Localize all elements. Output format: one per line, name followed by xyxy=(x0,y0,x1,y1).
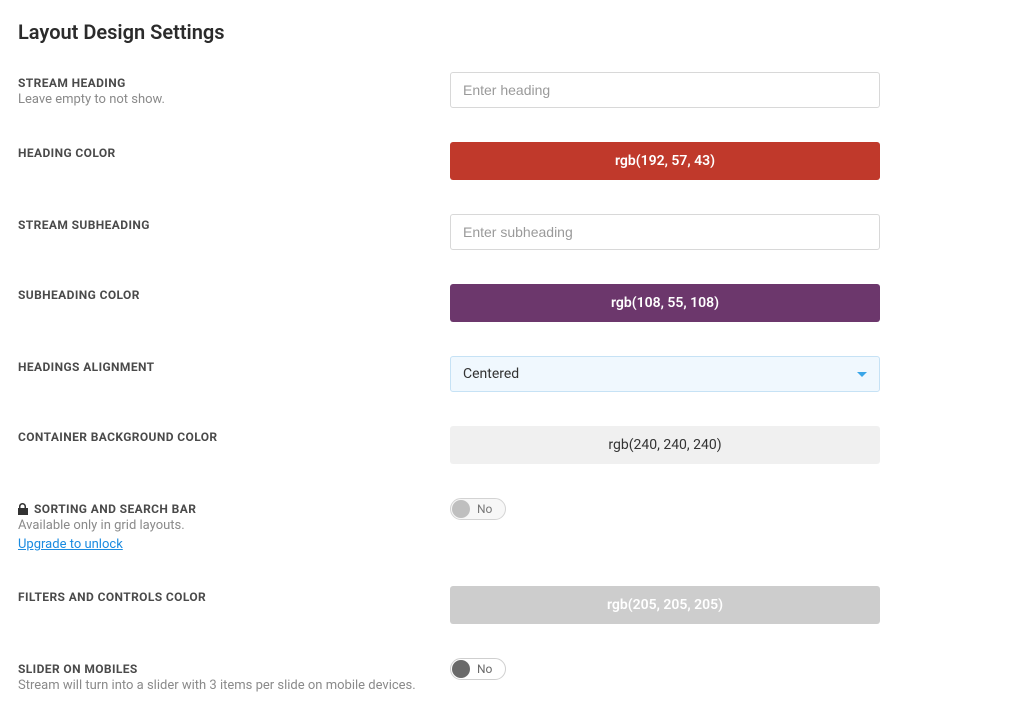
row-heading-color: HEADING COLOR rgb(192, 57, 43) xyxy=(18,142,1006,180)
stream-heading-input[interactable] xyxy=(450,72,880,108)
row-subheading-color: SUBHEADING COLOR rgb(108, 55, 108) xyxy=(18,284,1006,322)
upgrade-link[interactable]: Upgrade to unlock xyxy=(18,537,123,552)
label-stream-heading: STREAM HEADING xyxy=(18,76,430,90)
label-slider-on-mobiles: SLIDER ON MOBILES xyxy=(18,662,430,676)
sorting-search-toggle: No xyxy=(450,498,506,520)
row-slider-on-mobiles: SLIDER ON MOBILES Stream will turn into … xyxy=(18,658,1006,694)
toggle-label-no: No xyxy=(477,662,492,676)
label-sorting-search-text: SORTING AND SEARCH BAR xyxy=(34,502,196,516)
label-filters-controls-color: FILTERS AND CONTROLS COLOR xyxy=(18,590,430,604)
container-bg-color-swatch[interactable]: rgb(240, 240, 240) xyxy=(450,426,880,464)
toggle-label-no: No xyxy=(477,502,492,516)
subheading-color-swatch[interactable]: rgb(108, 55, 108) xyxy=(450,284,880,322)
label-heading-color: HEADING COLOR xyxy=(18,146,430,160)
row-sorting-search: SORTING AND SEARCH BAR Available only in… xyxy=(18,498,1006,552)
label-headings-alignment: HEADINGS ALIGNMENT xyxy=(18,360,430,374)
sublabel-sorting-search: Available only in grid layouts. xyxy=(18,518,430,533)
row-headings-alignment: HEADINGS ALIGNMENT Centered xyxy=(18,356,1006,392)
row-stream-heading: STREAM HEADING Leave empty to not show. xyxy=(18,72,1006,108)
lock-icon xyxy=(18,503,28,515)
slider-on-mobiles-toggle[interactable]: No xyxy=(450,658,506,680)
toggle-knob xyxy=(452,660,470,678)
sublabel-slider-on-mobiles: Stream will turn into a slider with 3 it… xyxy=(18,678,430,693)
toggle-knob xyxy=(452,500,470,518)
headings-alignment-select[interactable]: Centered xyxy=(450,356,880,392)
row-filters-controls-color: FILTERS AND CONTROLS COLOR rgb(205, 205,… xyxy=(18,586,1006,624)
page-title: Layout Design Settings xyxy=(18,20,1006,44)
label-subheading-color: SUBHEADING COLOR xyxy=(18,288,430,302)
stream-subheading-input[interactable] xyxy=(450,214,880,250)
label-stream-subheading: STREAM SUBHEADING xyxy=(18,218,430,232)
sublabel-stream-heading: Leave empty to not show. xyxy=(18,92,430,107)
chevron-down-icon xyxy=(857,372,867,377)
filters-controls-color-swatch[interactable]: rgb(205, 205, 205) xyxy=(450,586,880,624)
label-container-bg-color: CONTAINER BACKGROUND COLOR xyxy=(18,430,430,444)
label-sorting-search: SORTING AND SEARCH BAR xyxy=(18,502,430,516)
row-container-bg-color: CONTAINER BACKGROUND COLOR rgb(240, 240,… xyxy=(18,426,1006,464)
headings-alignment-selected: Centered xyxy=(463,366,519,382)
heading-color-swatch[interactable]: rgb(192, 57, 43) xyxy=(450,142,880,180)
row-stream-subheading: STREAM SUBHEADING xyxy=(18,214,1006,250)
